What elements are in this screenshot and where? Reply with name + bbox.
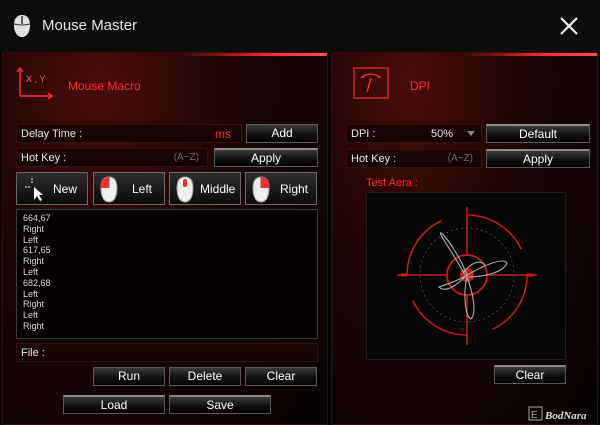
- list-item[interactable]: Left: [23, 267, 311, 278]
- title-bar: Mouse Master: [0, 0, 600, 52]
- dpi-hotkey-hint: (A~Z): [447, 153, 473, 164]
- watermark-text: BodNara: [544, 410, 587, 422]
- right-click-mouse-icon: [252, 176, 270, 203]
- macro-apply-button[interactable]: Apply: [214, 148, 318, 167]
- close-icon[interactable]: [558, 15, 580, 37]
- list-item[interactable]: Left: [23, 289, 311, 300]
- delay-unit: ms: [215, 127, 231, 141]
- middle-button[interactable]: Middle: [169, 172, 241, 205]
- crosshair-cursor-icon: [25, 178, 43, 201]
- panel-accent-line: [179, 53, 327, 56]
- macro-event-list[interactable]: 664,67 Right Left 617,65 Right Left 682,…: [16, 209, 318, 339]
- list-item[interactable]: Right: [23, 321, 311, 332]
- dpi-select[interactable]: DPI : 50%: [346, 124, 482, 143]
- watermark-logo: E BodNara: [528, 406, 587, 422]
- middle-button-label: Middle: [200, 182, 236, 196]
- right-button-label: Right: [280, 182, 309, 196]
- left-click-mouse-icon: [100, 176, 118, 203]
- axis-icon-label: X , Y: [26, 74, 45, 84]
- list-item[interactable]: 682,68: [23, 278, 311, 289]
- test-area[interactable]: [366, 192, 566, 360]
- list-item[interactable]: Right: [23, 256, 311, 267]
- macro-section-title: Mouse Macro: [68, 79, 141, 93]
- dropdown-arrow-icon[interactable]: [467, 131, 475, 137]
- macro-hotkey-hint: (A~Z): [173, 152, 199, 163]
- mouse-icon: [13, 15, 31, 37]
- macro-hotkey-label: Hot Key :: [21, 152, 67, 164]
- delete-button[interactable]: Delete: [169, 367, 241, 386]
- right-button[interactable]: Right: [245, 172, 317, 205]
- dpi-apply-button[interactable]: Apply: [486, 149, 590, 168]
- delay-time-field[interactable]: Delay Time : ms: [16, 124, 242, 143]
- new-button[interactable]: New: [16, 172, 88, 205]
- default-button[interactable]: Default: [486, 124, 590, 143]
- dpi-hotkey-label: Hot Key :: [351, 153, 397, 165]
- dpi-value: 50%: [431, 128, 454, 140]
- middle-click-mouse-icon: [176, 176, 194, 203]
- xy-axis-icon: X , Y: [16, 66, 54, 100]
- dpi-section-title: DPI: [410, 79, 431, 93]
- crosshair-target-icon: [397, 207, 537, 345]
- save-button[interactable]: Save: [169, 395, 271, 414]
- left-button-label: Left: [132, 182, 153, 196]
- test-area-label: Test Aera :: [366, 177, 418, 189]
- dpi-label: DPI :: [351, 128, 376, 140]
- gauge-icon: [353, 67, 389, 99]
- macro-hotkey-field[interactable]: Hot Key : (A~Z): [16, 148, 208, 167]
- list-item[interactable]: Right: [23, 299, 311, 310]
- left-button[interactable]: Left: [93, 172, 165, 205]
- delay-time-label: Delay Time :: [21, 128, 83, 140]
- window-title: Mouse Master: [42, 17, 138, 34]
- dpi-hotkey-field[interactable]: Hot Key : (A~Z): [346, 149, 482, 168]
- load-button[interactable]: Load: [63, 395, 165, 414]
- list-item[interactable]: 664,67: [23, 213, 311, 224]
- list-item[interactable]: Left: [23, 235, 311, 246]
- list-item[interactable]: 617,65: [23, 245, 311, 256]
- macro-clear-button[interactable]: Clear: [245, 367, 317, 386]
- panel-accent-line: [462, 53, 597, 56]
- list-item[interactable]: Right: [23, 224, 311, 235]
- file-field[interactable]: File :: [16, 343, 318, 362]
- list-item[interactable]: Left: [23, 310, 311, 321]
- run-button[interactable]: Run: [93, 367, 165, 386]
- svg-text:E: E: [531, 410, 538, 421]
- new-button-label: New: [53, 182, 78, 196]
- add-button[interactable]: Add: [246, 124, 318, 143]
- file-label: File :: [21, 347, 45, 359]
- dpi-clear-button[interactable]: Clear: [494, 365, 566, 384]
